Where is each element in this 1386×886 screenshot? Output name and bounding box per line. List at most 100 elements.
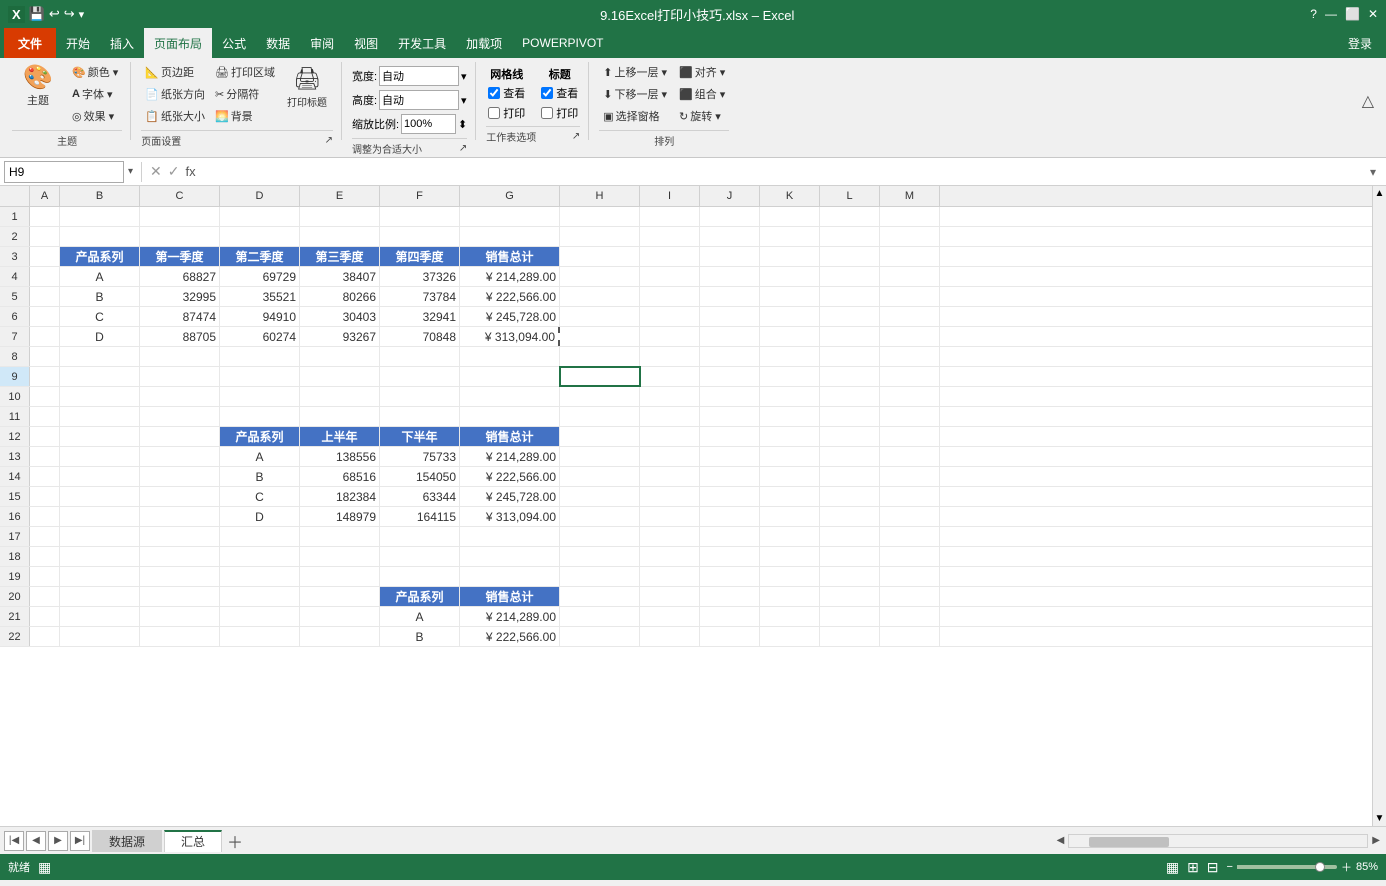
cell-g13[interactable]: ¥ 214,289.00 (460, 447, 560, 466)
cell-m5[interactable] (880, 287, 940, 306)
cell-f14[interactable]: 154050 (380, 467, 460, 486)
name-box-dropdown-icon[interactable]: ▾ (128, 166, 133, 177)
col-header-c[interactable]: C (140, 186, 220, 206)
row-number-1[interactable]: 1 (0, 207, 30, 226)
vertical-scrollbar[interactable]: ▲ ▼ (1372, 186, 1386, 826)
insert-function-icon[interactable]: fx (186, 164, 196, 179)
gridlines-print-input[interactable] (488, 107, 500, 119)
page-setup-expand-icon[interactable]: ↗ (325, 135, 333, 146)
cell-i5[interactable] (640, 287, 700, 306)
cell-d4[interactable]: 69729 (220, 267, 300, 286)
cell-d14[interactable]: B (220, 467, 300, 486)
headings-print-checkbox[interactable]: 打印 (539, 104, 580, 122)
cell-m2[interactable] (880, 227, 940, 246)
page-layout-view-icon[interactable]: ⊞ (1187, 859, 1199, 876)
row-number-17[interactable]: 17 (0, 527, 30, 546)
cell-e12[interactable]: 上半年 (300, 427, 380, 446)
height-input[interactable] (379, 90, 459, 110)
cell-b1[interactable] (60, 207, 140, 226)
cell-a5[interactable] (30, 287, 60, 306)
file-menu-btn[interactable]: 文件 (4, 28, 56, 58)
row-number-7[interactable]: 7 (0, 327, 30, 346)
cell-f1[interactable] (380, 207, 460, 226)
col-header-b[interactable]: B (60, 186, 140, 206)
cell-e7[interactable]: 93267 (300, 327, 380, 346)
cell-k3[interactable] (760, 247, 820, 266)
cell-g22[interactable]: ¥ 222,566.00 (460, 627, 560, 646)
breaks-btn[interactable]: ✂ 分隔符 (211, 84, 279, 104)
row-number-3[interactable]: 3 (0, 247, 30, 266)
group-btn[interactable]: ⬛ 组合 ▾ (675, 84, 729, 104)
row-number-5[interactable]: 5 (0, 287, 30, 306)
headings-view-checkbox[interactable]: 查看 (539, 84, 580, 102)
menu-data[interactable]: 数据 (256, 28, 300, 58)
headings-print-input[interactable] (541, 107, 553, 119)
row-number-15[interactable]: 15 (0, 487, 30, 506)
cell-c2[interactable] (140, 227, 220, 246)
row-number-4[interactable]: 4 (0, 267, 30, 286)
zoom-level[interactable]: 85% (1356, 861, 1378, 873)
cell-a4[interactable] (30, 267, 60, 286)
selection-pane-btn[interactable]: ▣ 选择窗格 (599, 106, 671, 126)
cell-c6[interactable]: 87474 (140, 307, 220, 326)
cell-e13[interactable]: 138556 (300, 447, 380, 466)
menu-addins[interactable]: 加载项 (456, 28, 512, 58)
scale-input[interactable] (401, 114, 456, 134)
effect-btn[interactable]: ◎ 效果 ▾ (68, 106, 122, 126)
cell-f2[interactable] (380, 227, 460, 246)
sheet-nav-last[interactable]: ▶| (70, 831, 90, 851)
cell-g20[interactable]: 销售总计 (460, 587, 560, 606)
grid-scroll-area[interactable]: A B C D E F G H I J K L M 1 (0, 186, 1372, 826)
cell-f12[interactable]: 下半年 (380, 427, 460, 446)
normal-view-icon[interactable]: ▦ (1166, 859, 1179, 876)
row-number-20[interactable]: 20 (0, 587, 30, 606)
scale-expand-icon[interactable]: ↗ (459, 143, 467, 154)
cell-i3[interactable] (640, 247, 700, 266)
cell-k1[interactable] (760, 207, 820, 226)
cell-c1[interactable] (140, 207, 220, 226)
cell-f3[interactable]: 第四季度 (380, 247, 460, 266)
cell-i7[interactable] (640, 327, 700, 346)
row-number-2[interactable]: 2 (0, 227, 30, 246)
cell-d2[interactable] (220, 227, 300, 246)
cell-g7[interactable]: ¥ 313,094.00 (460, 327, 560, 346)
cell-l2[interactable] (820, 227, 880, 246)
ribbon-collapse-icon[interactable]: △ (1362, 91, 1374, 111)
scroll-up-btn[interactable]: ▲ (1373, 186, 1386, 201)
cell-g21[interactable]: ¥ 214,289.00 (460, 607, 560, 626)
cell-d7[interactable]: 60274 (220, 327, 300, 346)
width-input[interactable] (379, 66, 459, 86)
cell-c7[interactable]: 88705 (140, 327, 220, 346)
row-number-11[interactable]: 11 (0, 407, 30, 426)
row-number-12[interactable]: 12 (0, 427, 30, 446)
col-header-k[interactable]: K (760, 186, 820, 206)
row-number-16[interactable]: 16 (0, 507, 30, 526)
cell-d13[interactable]: A (220, 447, 300, 466)
headings-view-input[interactable] (541, 87, 553, 99)
cell-f5[interactable]: 73784 (380, 287, 460, 306)
cell-g6[interactable]: ¥ 245,728.00 (460, 307, 560, 326)
row-number-14[interactable]: 14 (0, 467, 30, 486)
row-number-22[interactable]: 22 (0, 627, 30, 646)
close-btn[interactable]: ✕ (1368, 7, 1378, 21)
cell-b3[interactable]: 产品系列 (60, 247, 140, 266)
cell-e15[interactable]: 182384 (300, 487, 380, 506)
send-back-btn[interactable]: ⬇ 下移一层 ▾ (599, 84, 671, 104)
scroll-down-btn[interactable]: ▼ (1373, 811, 1386, 826)
col-header-a[interactable]: A (30, 186, 60, 206)
cell-h5[interactable] (560, 287, 640, 306)
sheet-nav-prev[interactable]: ◀ (26, 831, 46, 851)
margins-btn[interactable]: 📐 页边距 (141, 62, 209, 82)
cell-b2[interactable] (60, 227, 140, 246)
rotate-btn[interactable]: ↻ 旋转 ▾ (675, 106, 729, 126)
cell-e4[interactable]: 38407 (300, 267, 380, 286)
cell-j2[interactable] (700, 227, 760, 246)
zoom-slider-track[interactable] (1237, 865, 1337, 869)
cell-k5[interactable] (760, 287, 820, 306)
cell-f13[interactable]: 75733 (380, 447, 460, 466)
minimize-btn[interactable]: — (1325, 7, 1337, 21)
cell-a7[interactable] (30, 327, 60, 346)
paper-size-btn[interactable]: 📋 纸张大小 (141, 106, 209, 126)
cell-e6[interactable]: 30403 (300, 307, 380, 326)
cell-i6[interactable] (640, 307, 700, 326)
